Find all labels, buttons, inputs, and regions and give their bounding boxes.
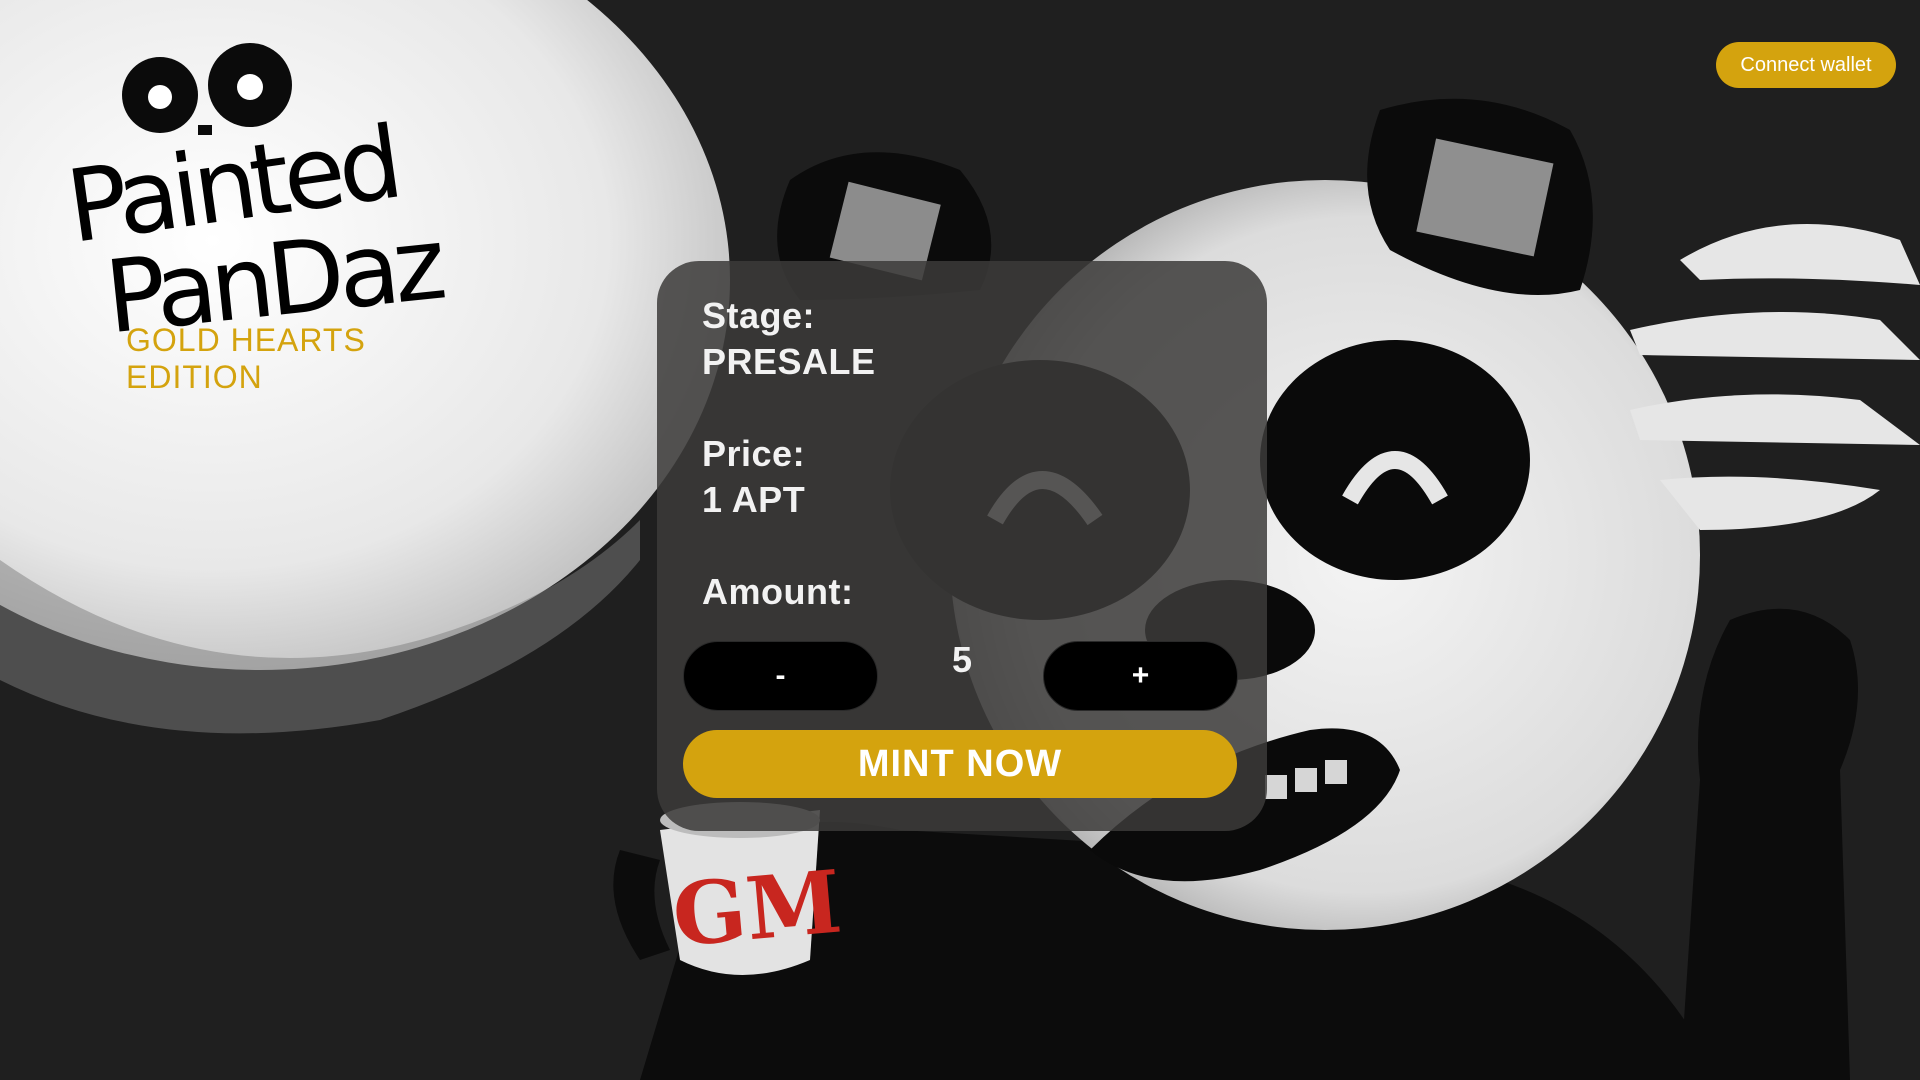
stage-value: PRESALE xyxy=(702,341,876,382)
gm-mug-text: GM xyxy=(669,851,846,966)
amount-value: 5 xyxy=(951,639,973,680)
painted-pandaz-logo: Painted PanDaz GOLD HEARTS EDITION xyxy=(20,40,480,395)
logo-edition-subtitle: GOLD HEARTS EDITION xyxy=(126,322,366,395)
stage-label: Stage: xyxy=(702,295,816,336)
mint-now-button[interactable]: MINT NOW xyxy=(683,730,1237,798)
panda-fist-shape xyxy=(1680,608,1858,1080)
price-label: Price: xyxy=(702,433,806,474)
increment-amount-button[interactable]: + xyxy=(1043,641,1238,711)
amount-label: Amount: xyxy=(702,571,854,612)
mint-panel: Stage: PRESALE Price: 1 APT Amount: - 5 … xyxy=(657,261,1267,831)
page: GM Painted PanDaz GOLD HEARTS EDITION Co… xyxy=(0,0,1920,1080)
decrement-amount-button[interactable]: - xyxy=(683,641,878,711)
price-value: 1 APT xyxy=(702,479,806,520)
connect-wallet-button[interactable]: Connect wallet xyxy=(1716,42,1896,88)
